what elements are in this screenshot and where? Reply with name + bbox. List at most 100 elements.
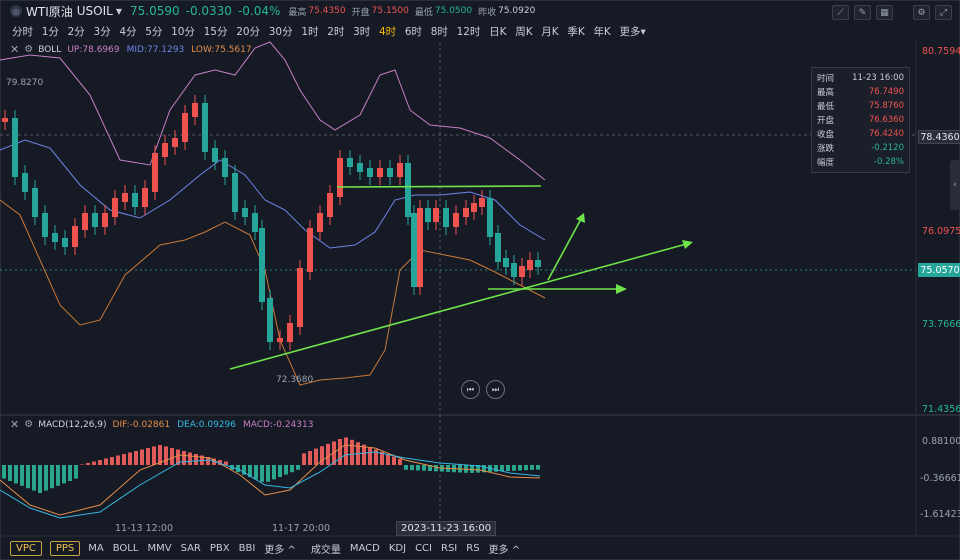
candle-body [405, 163, 411, 217]
candle-body [212, 148, 218, 162]
candle-body [267, 298, 273, 342]
macd-histogram-bar [422, 465, 426, 471]
candle-body [72, 226, 78, 247]
info-value: 76.4240 [868, 129, 904, 139]
macd-histogram-bar [506, 465, 510, 472]
candle-body [397, 163, 403, 177]
candle-body [535, 260, 541, 267]
main-indicator-item[interactable]: SAR [181, 543, 201, 554]
info-row: 最高 76.7490 [817, 85, 904, 99]
macd-histogram-bar [272, 465, 276, 480]
macd-histogram-bar [8, 465, 12, 481]
macd-histogram-bar [146, 448, 150, 465]
sub-indicator-item[interactable]: CCI [415, 543, 432, 554]
sub-indicator-item[interactable]: RSI [441, 543, 457, 554]
candle-body [443, 208, 449, 227]
candle-body [433, 208, 439, 222]
play-icon[interactable]: ⏭ [486, 380, 505, 399]
macd-histogram-bar [134, 451, 138, 465]
candle-body [487, 198, 493, 237]
macd-histogram-bar [110, 457, 114, 465]
candle-body [527, 260, 533, 270]
sub-indicator-item[interactable]: RS [466, 543, 479, 554]
overlay-toggle-button[interactable]: PPS [49, 540, 81, 556]
macd-histogram-bar [290, 465, 294, 473]
jump-start-icon[interactable]: ⏮ [461, 380, 480, 399]
info-value: -0.2120 [871, 143, 904, 153]
candle-body [22, 173, 28, 192]
macd-histogram-bar [38, 465, 42, 493]
main-indicator-item[interactable]: MA [88, 543, 103, 554]
candle-body [425, 208, 431, 222]
macd-histogram-bar [32, 465, 36, 491]
macd-histogram-bar [86, 463, 90, 465]
sub-indicator-item[interactable]: 成交量 [311, 541, 341, 556]
info-value: -0.28% [873, 157, 904, 167]
boll-upper-line [0, 41, 546, 181]
info-row: 开盘 76.6360 [817, 113, 904, 127]
main-indicator-item[interactable]: BOLL [113, 543, 139, 554]
candle-body [479, 198, 485, 207]
candle-body [471, 203, 477, 212]
indicator-bar: VPC PPS MA BOLL MMV SAR PBX BBI 更多 ^ 成交量 MACD KDJ CC… [0, 537, 960, 559]
candle-body [387, 168, 393, 177]
candle-body [32, 188, 38, 217]
candle-body [297, 268, 303, 327]
candle-body [327, 193, 333, 217]
macd-histogram-bar [386, 454, 390, 465]
macd-histogram-bar [188, 452, 192, 465]
candle-body [12, 118, 18, 177]
macd-histogram-bar [68, 465, 72, 481]
macd-histogram-bar [278, 465, 282, 477]
candle-body [102, 213, 108, 227]
main-indicator-item[interactable]: PBX [210, 543, 230, 554]
macd-histogram-bar [398, 459, 402, 465]
price-axis-label: 80.7594 [922, 46, 960, 57]
sub-indicator-item[interactable]: KDJ [389, 543, 406, 554]
info-row: 幅度 -0.28% [817, 155, 904, 169]
macd-histogram-bar [368, 447, 372, 465]
macd-histogram-bar [416, 465, 420, 471]
macd-histogram-bar [314, 448, 318, 465]
macd-histogram-bar [536, 465, 540, 470]
candle-body [503, 258, 509, 267]
macd-histogram-bar [344, 437, 348, 465]
sub-indicator-item[interactable]: MACD [350, 543, 380, 554]
macd-axis-label: -1.61423 [920, 509, 960, 520]
breakout-trendline [547, 218, 582, 281]
candle-body [232, 173, 238, 212]
candle-body [222, 158, 228, 177]
candle-body [192, 103, 198, 117]
candle-body [377, 168, 383, 177]
sub-indicator-item[interactable]: 更多 ^ [489, 541, 521, 556]
price-axis-label: 76.0975 [922, 226, 960, 237]
main-indicator-item[interactable]: 更多 ^ [264, 541, 296, 556]
candle-body [287, 323, 293, 342]
macd-histogram-bar [194, 454, 198, 465]
info-row: 涨跌 -0.2120 [817, 141, 904, 155]
candle-body [122, 193, 128, 202]
overlay-toggle-button[interactable]: VPC [10, 540, 42, 556]
candle-body [132, 193, 138, 207]
candle-body [182, 113, 188, 142]
macd-histogram-bar [254, 465, 258, 480]
candle-body [242, 208, 248, 217]
main-indicator-item[interactable]: BBI [239, 543, 256, 554]
candle-body [259, 228, 265, 302]
candle-body [252, 213, 258, 232]
current-price-tag: 75.0570 [918, 263, 960, 277]
main-indicator-item[interactable]: MMV [147, 543, 171, 554]
candle-body [42, 213, 48, 237]
candle-body [202, 103, 208, 152]
candle-body [277, 338, 283, 342]
candle-body [162, 143, 168, 157]
macd-histogram-bar [296, 465, 300, 470]
macd-histogram-bar [80, 464, 84, 465]
expand-panel-icon[interactable]: ‹ [950, 160, 960, 210]
info-label: 收盘 [817, 130, 835, 140]
macd-histogram-bar [26, 465, 30, 489]
info-label: 时间 [817, 74, 835, 84]
candle-body [495, 233, 501, 262]
crosshair-time-tag: 2023-11-23 16:00 [396, 521, 497, 536]
macd-histogram-bar [74, 465, 78, 479]
